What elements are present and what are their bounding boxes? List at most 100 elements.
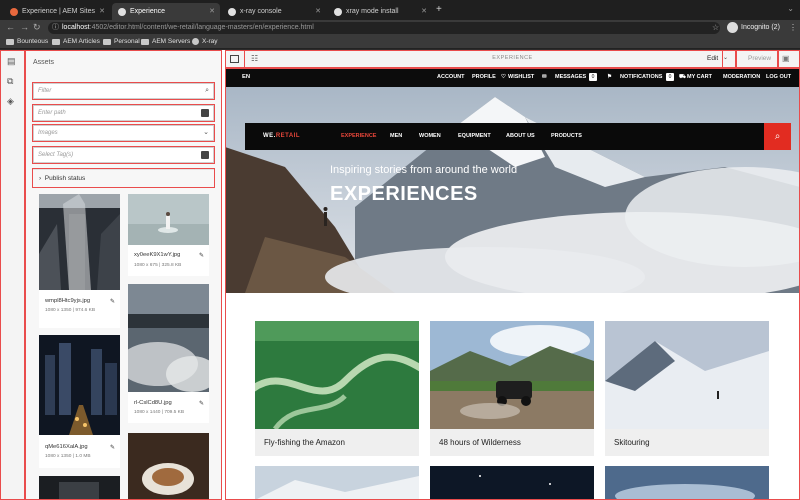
chevron-down-icon[interactable]: ⌄ — [787, 4, 794, 13]
close-icon[interactable]: ✕ — [99, 7, 105, 15]
site-logo[interactable]: WE.RETAIL — [263, 133, 300, 139]
edit-icon[interactable]: ✎ — [110, 298, 115, 305]
url-input[interactable]: ⓘ localhost:4502/editor.html/content/we-… — [48, 22, 720, 34]
bookmark-personal[interactable]: Personal — [103, 38, 140, 45]
asset-type-value: Images — [38, 130, 58, 136]
chevron-down-icon[interactable]: ⌄ — [723, 54, 728, 61]
nav-wishlist[interactable]: WISHLIST — [508, 74, 534, 80]
path-browse-icon[interactable] — [201, 109, 209, 117]
mainnav-products[interactable]: PRODUCTS — [551, 133, 582, 139]
asset-card[interactable]: wmpl8Htc9yjs.jpg 1080 x 1350 | 974.6 KB … — [39, 194, 120, 328]
more-icon[interactable]: ⋮ — [789, 23, 797, 32]
asset-name: xy0eeK9X1wY.jpg — [134, 252, 181, 258]
nav-notifications[interactable]: NOTIFICATIONS — [620, 74, 662, 80]
site-main-nav: WE.RETAIL EXPERIENCE MEN WOMEN EQUIPMENT… — [245, 123, 791, 150]
preview-button[interactable]: Preview — [748, 55, 771, 62]
close-icon[interactable]: ✕ — [421, 7, 427, 15]
mainnav-experience[interactable]: EXPERIENCE — [341, 133, 376, 139]
nav-profile[interactable]: PROFILE — [472, 74, 496, 80]
tab-experience[interactable]: Experience ✕ — [112, 3, 220, 20]
profile-button[interactable]: Incognito (2) — [727, 22, 780, 33]
card-partial[interactable] — [430, 466, 594, 500]
tag-picker-icon[interactable] — [201, 151, 209, 159]
nav-messages[interactable]: MESSAGES — [555, 74, 586, 80]
annotations-icon[interactable]: ▣ — [782, 54, 790, 63]
experience-cards: Fly-fishing the Amazon 48 hours of Wilde… — [225, 293, 800, 500]
folder-icon — [6, 38, 14, 45]
tab-label: Experience — [130, 8, 166, 15]
card-image-river — [255, 321, 419, 429]
bookmark-aem-articles[interactable]: AEM Articles — [52, 38, 100, 45]
card-skitouring[interactable]: Skitouring — [605, 321, 769, 456]
edit-icon[interactable]: ✎ — [199, 400, 204, 407]
nav-account[interactable]: ACCOUNT — [437, 74, 465, 80]
language-selector[interactable]: EN — [242, 74, 250, 80]
edit-icon[interactable]: ✎ — [199, 252, 204, 259]
card-caption: 48 hours of Wilderness — [430, 429, 594, 456]
star-icon[interactable]: ☆ — [712, 23, 719, 32]
bookmark-xray[interactable]: X-ray — [192, 38, 218, 45]
new-tab-button[interactable]: + — [436, 4, 442, 15]
mode-edit-button[interactable]: Edit — [707, 55, 718, 62]
assets-icon[interactable]: ▤ — [7, 56, 17, 66]
forward-icon[interactable]: → — [20, 22, 29, 32]
asset-meta: 1080 x 1350 | 1.0 MB — [45, 454, 91, 459]
close-icon[interactable]: ✕ — [209, 7, 215, 15]
search-icon: ⌕ — [774, 131, 781, 142]
back-icon[interactable]: ← — [6, 22, 15, 32]
asset-card[interactable]: xy0eeK9X1wY.jpg 1080 x 675 | 325.8 KB ✎ — [128, 194, 209, 276]
publish-status-toggle[interactable]: › Publish status — [33, 169, 214, 187]
card-image — [255, 466, 419, 500]
logo-suffix: RETAIL — [275, 133, 301, 139]
tags-input[interactable]: Select Tag(s) — [33, 147, 214, 163]
tab-xray-console[interactable]: x-ray console ✕ — [222, 3, 326, 20]
reload-icon[interactable]: ↻ — [33, 22, 41, 33]
info-icon[interactable]: ⓘ — [52, 22, 59, 34]
filter-input[interactable]: Filter ⌕ — [33, 83, 214, 99]
path-input[interactable]: Enter path — [33, 105, 214, 121]
flag-icon: ⚑ — [607, 74, 612, 80]
tab-aem-sites[interactable]: Experience | AEM Sites ✕ — [4, 3, 110, 20]
asset-meta: 1080 x 675 | 325.8 KB — [134, 263, 182, 268]
card-wilderness[interactable]: 48 hours of Wilderness — [430, 321, 594, 456]
card-amazon[interactable]: Fly-fishing the Amazon — [255, 321, 419, 456]
profile-label: Incognito (2) — [741, 24, 780, 31]
bookmark-aem-servers[interactable]: AEM Servers — [141, 38, 190, 45]
layers-icon[interactable]: ◈ — [7, 96, 17, 106]
asset-meta: 1080 x 1350 | 974.6 KB — [45, 308, 96, 313]
card-partial[interactable] — [255, 466, 419, 500]
search-button[interactable]: ⌕ — [764, 123, 791, 150]
card-partial[interactable] — [605, 466, 769, 500]
aem-editor: ▤ ⧉ ◈ Assets Filter ⌕ Enter path Images … — [0, 50, 800, 500]
bookmark-label: Personal — [114, 38, 140, 45]
asset-meta: 1080 x 1440 | 709.5 KB — [134, 410, 185, 415]
asset-type-select[interactable]: Images ⌄ — [33, 125, 214, 141]
nav-moderation[interactable]: MODERATION — [723, 74, 760, 80]
card-image-snow — [605, 321, 769, 429]
asset-card[interactable] — [39, 476, 120, 500]
asset-card[interactable]: rl-CslCd8U.jpg 1080 x 1440 | 709.5 KB ✎ — [128, 284, 209, 423]
tab-xray-install[interactable]: xray mode install ✕ — [328, 3, 432, 20]
close-icon[interactable]: ✕ — [315, 7, 321, 15]
nav-log-out[interactable]: LOG OUT — [766, 74, 791, 80]
card-image — [605, 466, 769, 500]
asset-thumbnail-coast — [128, 284, 209, 392]
card-image — [430, 466, 594, 500]
edit-icon[interactable]: ✎ — [110, 444, 115, 451]
bookmark-bounteous[interactable]: Bounteous — [6, 38, 48, 45]
mainnav-men[interactable]: MEN — [390, 133, 402, 139]
mainnav-equipment[interactable]: EQUIPMENT — [458, 133, 491, 139]
incognito-icon — [727, 22, 738, 33]
asset-card[interactable] — [128, 433, 209, 500]
search-icon[interactable]: ⌕ — [205, 84, 209, 98]
globe-icon — [192, 38, 199, 45]
components-icon[interactable]: ⧉ — [7, 76, 17, 86]
logo-prefix: WE. — [263, 133, 276, 139]
asset-thumbnail-city-night — [39, 335, 120, 435]
mainnav-women[interactable]: WOMEN — [419, 133, 441, 139]
chevron-right-icon: › — [39, 175, 42, 182]
asset-name: qMe616XalA.jpg — [45, 444, 88, 450]
nav-my-cart[interactable]: MY CART — [687, 74, 712, 80]
mainnav-about-us[interactable]: ABOUT US — [506, 133, 535, 139]
asset-card[interactable]: qMe616XalA.jpg 1080 x 1350 | 1.0 MB ✎ — [39, 335, 120, 468]
